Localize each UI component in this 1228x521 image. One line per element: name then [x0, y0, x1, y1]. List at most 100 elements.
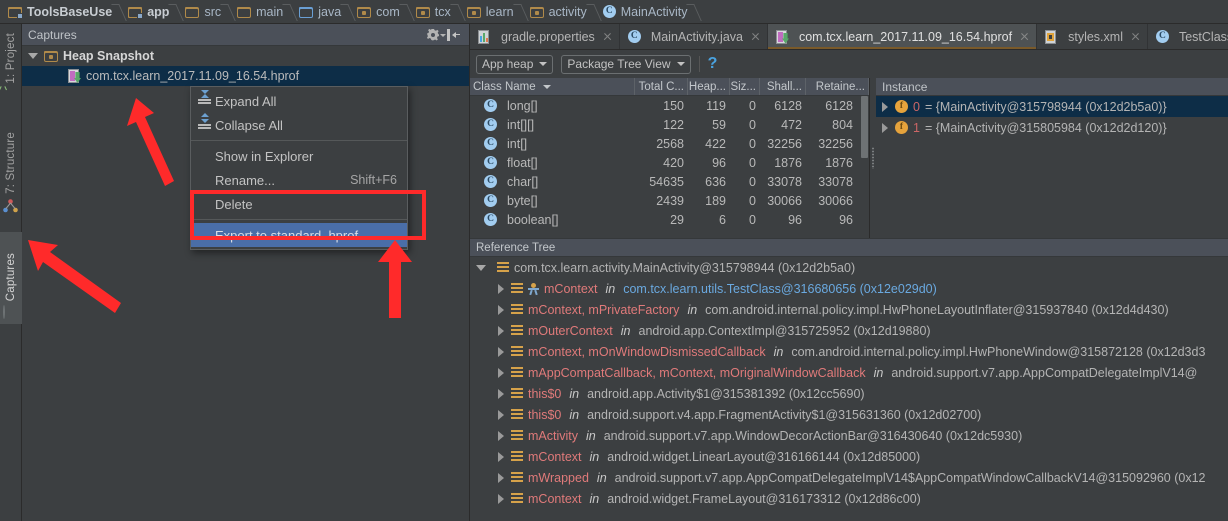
reference-tree-row[interactable]: mWrapped in android.support.v7.app.AppCo…	[470, 467, 1228, 488]
help-icon[interactable]: ?	[708, 56, 718, 72]
field-icon: f	[895, 121, 908, 134]
reference-tree-row[interactable]: mContext, mOnWindowDismissedCallback in …	[470, 341, 1228, 362]
breadcrumb-item-com[interactable]: com	[353, 0, 402, 24]
java-class-icon: C	[484, 175, 497, 188]
tab-gradle-properties[interactable]: gradle.properties	[470, 24, 620, 49]
sidebar-item-structure[interactable]: 7: Structure	[0, 129, 22, 217]
column-header-sizeof[interactable]: Siz...	[730, 78, 760, 95]
expand-twisty-icon[interactable]	[498, 409, 504, 420]
breadcrumb-item-tcx[interactable]: tcx	[412, 0, 453, 24]
gear-icon[interactable]	[427, 27, 446, 43]
expand-twisty-icon[interactable]	[498, 472, 504, 483]
heap-select[interactable]: App heap	[476, 54, 554, 74]
table-row[interactable]: Cint[][] 122 59 0 472 804	[470, 115, 869, 134]
reference-tree-root[interactable]: com.tcx.learn.activity.MainActivity@3157…	[470, 257, 1228, 278]
class-name: char[]	[507, 174, 539, 189]
expand-twisty-icon[interactable]	[498, 367, 504, 378]
table-row[interactable]: Cchar[] 54635 636 0 33078 33078	[470, 172, 869, 191]
tab-hprof-snapshot[interactable]: com.tcx.learn_2017.11.09_16.54.hprof	[767, 24, 1038, 49]
table-row[interactable]: Cboolean[] 29 6 0 96 96	[470, 210, 869, 229]
tree-item-heap-snapshot[interactable]: Heap Snapshot	[22, 46, 469, 66]
target-class: android.support.v4.app.FragmentActivity$…	[587, 407, 982, 422]
class-name: int[][]	[507, 117, 535, 132]
instance-row[interactable]: f 1 = {MainActivity@315805984 (0x12d2d12…	[876, 117, 1228, 138]
view-select[interactable]: Package Tree View	[561, 54, 691, 74]
close-icon[interactable]	[1130, 31, 1141, 42]
shallow-size: 32256	[767, 136, 802, 151]
shallow-size: 472	[781, 117, 802, 132]
column-header-heap-count[interactable]: Heap...	[688, 78, 730, 95]
reference-tree-row[interactable]: this$0 in android.support.v4.app.Fragmen…	[470, 404, 1228, 425]
breadcrumb-item-learn[interactable]: learn	[463, 0, 516, 24]
expand-twisty-icon[interactable]	[498, 325, 504, 336]
tab-mainactivity-java[interactable]: C MainActivity.java	[620, 24, 768, 49]
menu-item-show-in-explorer[interactable]: Show in Explorer	[191, 144, 407, 168]
sidebar-item-project[interactable]: 1: Project	[0, 30, 22, 107]
editor-area: gradle.properties C MainActivity.java co…	[470, 24, 1228, 521]
tab-styles-xml[interactable]: styles.xml	[1037, 24, 1148, 49]
close-icon[interactable]	[1019, 31, 1030, 42]
expand-twisty-icon[interactable]	[882, 122, 888, 133]
menu-item-collapse-all[interactable]: Collapse All	[191, 113, 407, 137]
sizeof: 0	[749, 136, 756, 151]
class-table-scrollbar[interactable]	[860, 96, 869, 238]
person-icon	[528, 282, 539, 295]
reference-tree-row[interactable]: mOuterContext in android.app.ContextImpl…	[470, 320, 1228, 341]
expand-twisty-icon[interactable]	[498, 388, 504, 399]
breadcrumb-item-toolsbaseuse[interactable]: ToolsBaseUse	[4, 0, 114, 24]
breadcrumb-item-java[interactable]: java	[295, 0, 343, 24]
table-row[interactable]: Cint[] 2568 422 0 32256 32256	[470, 134, 869, 153]
expand-twisty-icon[interactable]	[498, 493, 504, 504]
chevron-down-icon	[676, 62, 685, 66]
tree-item-hprof-file[interactable]: com.tcx.learn_2017.11.09_16.54.hprof	[22, 66, 469, 86]
expand-twisty-icon[interactable]	[498, 304, 504, 315]
menu-item-delete[interactable]: Delete	[191, 192, 407, 216]
menu-item-export-to-standard-hprof[interactable]: Export to standard .hprof	[191, 223, 407, 247]
reference-tree-row[interactable]: mContext in android.widget.LinearLayout@…	[470, 446, 1228, 467]
reference-tree-row[interactable]: mContext in android.widget.FrameLayout@3…	[470, 488, 1228, 507]
menu-separator	[191, 219, 407, 220]
menu-item-icon-slot	[197, 172, 215, 188]
field-names: mContext	[528, 491, 582, 506]
column-header-total-count[interactable]: Total C...	[635, 78, 688, 95]
scrollbar-thumb[interactable]	[861, 96, 868, 158]
breadcrumb-item-mainactivity[interactable]: C MainActivity	[599, 0, 690, 24]
breadcrumb-item-src[interactable]: src	[181, 0, 223, 24]
expand-twisty-icon[interactable]	[498, 283, 504, 294]
instance-row[interactable]: f 0 = {MainActivity@315798944 (0x12d2b5a…	[876, 96, 1228, 117]
total-count: 420	[663, 155, 684, 170]
close-icon[interactable]	[602, 31, 613, 42]
expand-twisty-icon[interactable]	[882, 101, 888, 112]
breadcrumb-item-main[interactable]: main	[233, 0, 285, 24]
field-names: mContext	[528, 449, 582, 464]
column-header-retained-size[interactable]: Retaine...	[806, 78, 869, 95]
expand-twisty-icon[interactable]	[28, 53, 38, 59]
column-header-shallow-size[interactable]: Shall...	[760, 78, 806, 95]
expand-twisty-icon[interactable]	[498, 346, 504, 357]
context-menu: Expand All Collapse All Show in Explorer…	[190, 86, 408, 250]
breadcrumb-item-app[interactable]: app	[124, 0, 171, 24]
reference-tree-row[interactable]: mContext, mPrivateFactory in com.android…	[470, 299, 1228, 320]
reference-tree-row[interactable]: mAppCompatCallback, mContext, mOriginalW…	[470, 362, 1228, 383]
tab-testclass-java[interactable]: C TestClass.ja	[1148, 24, 1228, 49]
menu-item-rename[interactable]: Rename... Shift+F6	[191, 168, 407, 192]
expand-twisty-icon[interactable]	[498, 451, 504, 462]
in-keyword: in	[586, 428, 596, 443]
close-icon[interactable]	[750, 31, 761, 42]
reference-tree-row[interactable]: mActivity in android.support.v7.app.Wind…	[470, 425, 1228, 446]
expand-twisty-icon[interactable]	[498, 430, 504, 441]
breadcrumb-item-activity[interactable]: activity	[526, 0, 589, 24]
table-row[interactable]: Cfloat[] 420 96 0 1876 1876	[470, 153, 869, 172]
reference-tree-row[interactable]: this$0 in android.app.Activity$1@3153813…	[470, 383, 1228, 404]
sidebar-item-captures[interactable]: Captures	[0, 232, 22, 324]
target-class: android.app.Activity$1@315381392 (0x12cc…	[587, 386, 865, 401]
menu-item-expand-all[interactable]: Expand All	[191, 89, 407, 113]
reference-tree-row[interactable]: mContext in com.tcx.learn.utils.TestClas…	[470, 278, 1228, 299]
column-header-class-name[interactable]: Class Name	[470, 78, 635, 95]
expand-twisty-icon[interactable]	[476, 264, 486, 271]
table-row[interactable]: Clong[] 150 119 0 6128 6128	[470, 96, 869, 115]
sort-descending-icon	[542, 84, 551, 89]
target-class: android.app.ContextImpl@315725952 (0x12d…	[638, 323, 931, 338]
collapse-panel-icon[interactable]	[445, 27, 463, 43]
table-row[interactable]: Cbyte[] 2439 189 0 30066 30066	[470, 191, 869, 210]
